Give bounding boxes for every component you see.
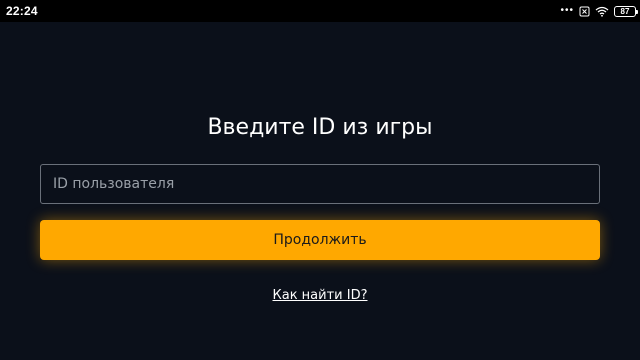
battery-icon: 87 — [614, 5, 638, 17]
page-title: Введите ID из игры — [207, 115, 433, 140]
status-time: 22:24 — [6, 4, 38, 18]
continue-button[interactable]: Продолжить — [40, 220, 600, 260]
user-id-input[interactable] — [40, 164, 600, 204]
wifi-icon — [595, 6, 609, 17]
status-bar: 22:24 ••• 87 — [0, 0, 640, 22]
no-sim-icon — [579, 6, 590, 16]
more-dots-icon: ••• — [560, 5, 574, 16]
find-id-link[interactable]: Как найти ID? — [273, 288, 368, 303]
app-screen: 22:24 ••• 87 Введите ID из игры Продолжи… — [0, 0, 640, 360]
status-icons: ••• 87 — [560, 3, 638, 19]
help-link-container: Как найти ID? — [0, 287, 640, 305]
